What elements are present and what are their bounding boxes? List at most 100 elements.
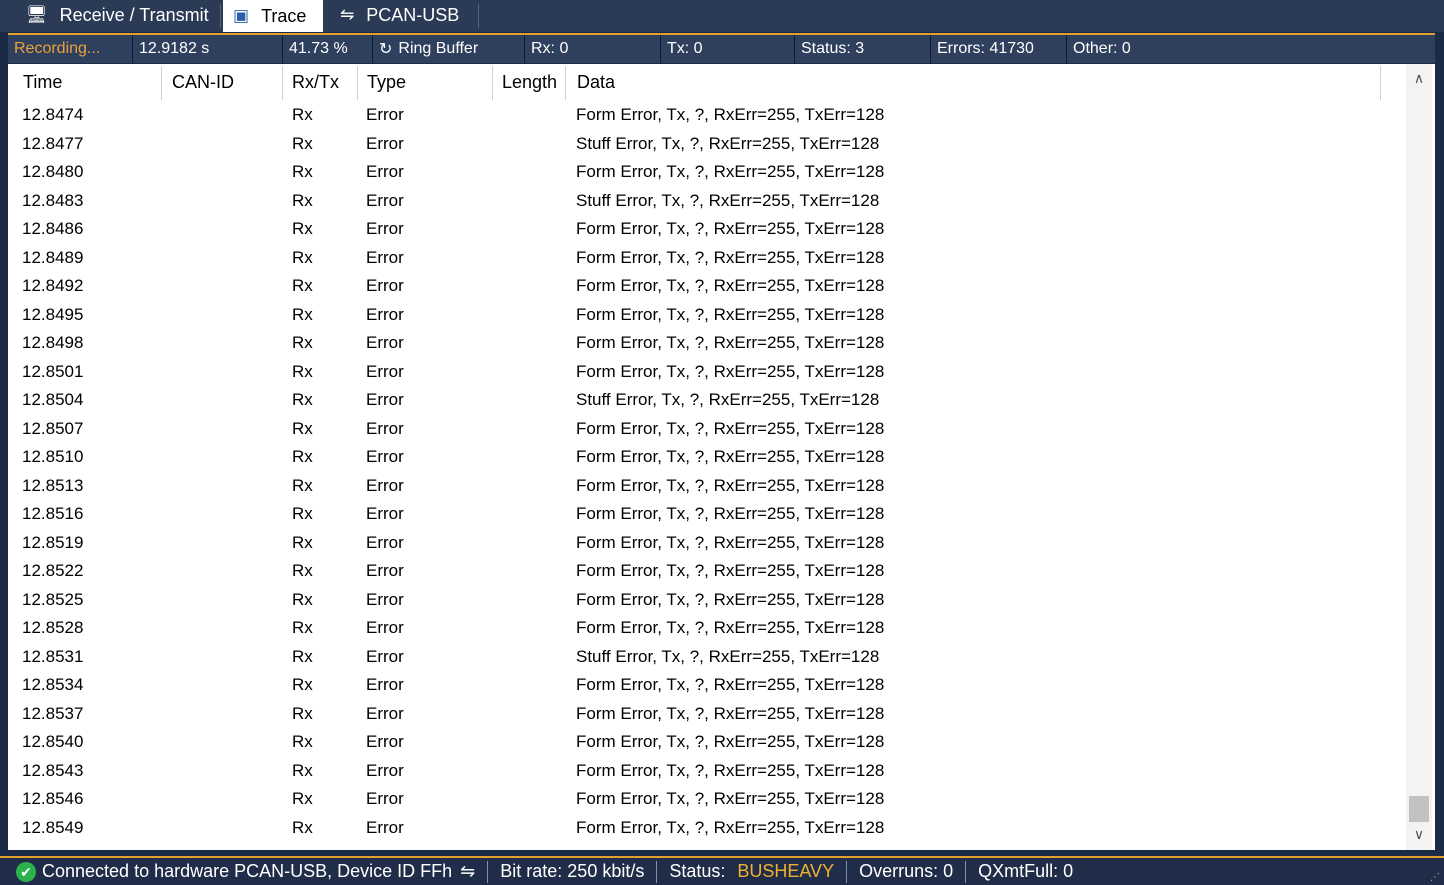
cell-rx-tx: Rx bbox=[292, 447, 313, 466]
cell-type: Error bbox=[366, 532, 404, 552]
cell-rx-tx: Rx bbox=[292, 190, 313, 210]
cell-data: Form Error, Tx, ?, RxErr=255, TxErr=128 bbox=[576, 789, 885, 808]
cell-time: 12.8513 bbox=[22, 475, 84, 495]
ring-buffer-icon: ↻ bbox=[379, 41, 393, 58]
cell-data: Form Error, Tx, ?, RxErr=255, TxErr=128 bbox=[576, 418, 885, 438]
cell-time: 12.8507 bbox=[22, 418, 84, 438]
trace-row[interactable]: 12.8492 Rx Error Form Error, Tx, ?, RxErr=2… bbox=[8, 272, 1380, 301]
cell-time: 12.8522 bbox=[22, 561, 84, 580]
trace-rows: 12.8474 Rx Error Form Error, Tx, ?, RxErr=2… bbox=[8, 101, 1380, 850]
cell-data: Stuff Error, Tx, ?, RxErr=255, TxErr=128 bbox=[576, 133, 880, 153]
cell-type: Error bbox=[366, 247, 404, 267]
cell-rx-tx: Rx bbox=[292, 247, 313, 267]
trace-row[interactable]: 12.8474 Rx Error Form Error, Tx, ?, RxErr=2… bbox=[8, 101, 1380, 130]
trace-row[interactable]: 12.8516 Rx Error Form Error, Tx, ?, RxErr=2… bbox=[8, 500, 1380, 529]
cell-rx-tx: Rx bbox=[292, 219, 313, 238]
tab-label: Trace bbox=[261, 5, 307, 26]
usb-icon: ⇋ bbox=[340, 5, 355, 24]
column-header-rx-tx[interactable]: Rx/Tx bbox=[285, 64, 357, 100]
cell-rx-tx: Rx bbox=[292, 333, 313, 352]
cell-type: Error bbox=[366, 760, 404, 780]
trace-row[interactable]: 12.8477 Rx Error Stuff Error, Tx, ?, RxErr=… bbox=[8, 130, 1380, 159]
trace-row[interactable]: 12.8498 Rx Error Form Error, Tx, ?, RxErr=2… bbox=[8, 329, 1380, 358]
status-bar: ✔ Connected to hardware PCAN-USB, Device… bbox=[0, 856, 1444, 885]
cell-time: 12.8528 bbox=[22, 618, 84, 637]
trace-row[interactable]: 12.8522 Rx Error Form Error, Tx, ?, RxErr=2… bbox=[8, 557, 1380, 586]
cell-rx-tx: Rx bbox=[292, 390, 313, 409]
trace-row[interactable]: 12.8510 Rx Error Form Error, Tx, ?, RxErr=2… bbox=[8, 443, 1380, 472]
cell-data: Stuff Error, Tx, ?, RxErr=255, TxErr=128 bbox=[576, 390, 880, 409]
cell-time: 12.8519 bbox=[22, 532, 84, 552]
cell-data: Form Error, Tx, ?, RxErr=255, TxErr=128 bbox=[576, 732, 885, 751]
cell-rx-tx: Rx bbox=[292, 532, 313, 552]
trace-row[interactable]: 12.8504 Rx Error Stuff Error, Tx, ?, RxErr=… bbox=[8, 386, 1380, 415]
recording-state: Recording... bbox=[14, 40, 101, 57]
cell-rx-tx: Rx bbox=[292, 817, 313, 837]
errors-count: Errors: 41730 bbox=[930, 35, 1066, 63]
cell-rx-tx: Rx bbox=[292, 589, 313, 609]
cell-time: 12.8549 bbox=[22, 817, 84, 837]
cell-data: Form Error, Tx, ?, RxErr=255, TxErr=128 bbox=[576, 589, 885, 609]
column-header-type[interactable]: Type bbox=[360, 64, 492, 100]
cell-data: Form Error, Tx, ?, RxErr=255, TxErr=128 bbox=[576, 817, 885, 837]
trace-row[interactable]: 12.8519 Rx Error Form Error, Tx, ?, RxErr=2… bbox=[8, 529, 1380, 558]
cell-data: Form Error, Tx, ?, RxErr=255, TxErr=128 bbox=[576, 618, 885, 637]
cell-rx-tx: Rx bbox=[292, 618, 313, 637]
column-header-data[interactable]: Data bbox=[570, 64, 1380, 100]
trace-panel: Time CAN-ID Rx/Tx Type Length Data 12.84… bbox=[8, 64, 1435, 850]
trace-row[interactable]: 12.8537 Rx Error Form Error, Tx, ?, RxErr=2… bbox=[8, 700, 1380, 729]
cell-data: Form Error, Tx, ?, RxErr=255, TxErr=128 bbox=[576, 361, 885, 381]
cell-data: Form Error, Tx, ?, RxErr=255, TxErr=128 bbox=[576, 162, 885, 181]
cell-data: Form Error, Tx, ?, RxErr=255, TxErr=128 bbox=[576, 475, 885, 495]
cell-time: 12.8531 bbox=[22, 646, 84, 666]
cell-type: Error bbox=[366, 789, 404, 808]
usb-icon: ⇋ bbox=[460, 861, 476, 881]
column-header-length[interactable]: Length bbox=[495, 64, 565, 100]
trace-row[interactable]: 12.8546 Rx Error Form Error, Tx, ?, RxErr=2… bbox=[8, 785, 1380, 814]
vertical-scrollbar[interactable]: ∧ ∨ bbox=[1406, 64, 1432, 850]
trace-row[interactable]: 12.8525 Rx Error Form Error, Tx, ?, RxErr=2… bbox=[8, 586, 1380, 615]
other-count: Other: 0 bbox=[1066, 35, 1435, 63]
scroll-down-icon[interactable]: ∨ bbox=[1406, 822, 1432, 846]
resize-grip-icon[interactable]: ⋰ bbox=[1430, 872, 1440, 883]
trace-row[interactable]: 12.8531 Rx Error Stuff Error, Tx, ?, RxErr=… bbox=[8, 643, 1380, 672]
cell-data: Form Error, Tx, ?, RxErr=255, TxErr=128 bbox=[576, 447, 885, 466]
trace-row[interactable]: 12.8540 Rx Error Form Error, Tx, ?, RxErr=2… bbox=[8, 728, 1380, 757]
trace-row[interactable]: 12.8483 Rx Error Stuff Error, Tx, ?, RxErr=… bbox=[8, 187, 1380, 216]
cell-rx-tx: Rx bbox=[292, 133, 313, 153]
trace-row[interactable]: 12.8489 Rx Error Form Error, Tx, ?, RxErr=2… bbox=[8, 244, 1380, 273]
trace-row[interactable]: 12.8528 Rx Error Form Error, Tx, ?, RxErr=2… bbox=[8, 614, 1380, 643]
cell-data: Stuff Error, Tx, ?, RxErr=255, TxErr=128 bbox=[576, 190, 880, 210]
bus-status-label: Status: bbox=[669, 861, 726, 881]
computer-icon: 🖥 bbox=[26, 5, 48, 24]
tab-pcan-usb[interactable]: ⇋ PCAN-USB bbox=[330, 0, 478, 30]
trace-row[interactable]: 12.8501 Rx Error Form Error, Tx, ?, RxErr=2… bbox=[8, 358, 1380, 387]
trace-row[interactable]: 12.8495 Rx Error Form Error, Tx, ?, RxErr=2… bbox=[8, 301, 1380, 330]
scroll-thumb[interactable] bbox=[1409, 796, 1429, 822]
tab-receive-transmit[interactable]: 🖥 Receive / Transmit bbox=[16, 0, 216, 30]
cell-type: Error bbox=[366, 504, 404, 523]
cell-type: Error bbox=[366, 703, 404, 723]
trace-row[interactable]: 12.8507 Rx Error Form Error, Tx, ?, RxErr=2… bbox=[8, 415, 1380, 444]
tab-trace[interactable]: ▣ Trace bbox=[223, 0, 323, 32]
cell-time: 12.8543 bbox=[22, 760, 84, 780]
trace-row[interactable]: 12.8534 Rx Error Form Error, Tx, ?, RxErr=2… bbox=[8, 671, 1380, 700]
scroll-up-icon[interactable]: ∧ bbox=[1406, 66, 1432, 90]
cell-time: 12.8501 bbox=[22, 361, 84, 381]
buffer-mode-label: Ring Buffer bbox=[398, 40, 479, 57]
cell-type: Error bbox=[366, 276, 404, 295]
trace-row[interactable]: 12.8543 Rx Error Form Error, Tx, ?, RxErr=2… bbox=[8, 757, 1380, 786]
cell-rx-tx: Rx bbox=[292, 361, 313, 381]
cell-rx-tx: Rx bbox=[292, 789, 313, 808]
cell-data: Form Error, Tx, ?, RxErr=255, TxErr=128 bbox=[576, 304, 885, 324]
trace-row[interactable]: 12.8486 Rx Error Form Error, Tx, ?, RxErr=2… bbox=[8, 215, 1380, 244]
rx-count: Rx: 0 bbox=[524, 35, 660, 63]
buffer-mode-button[interactable]: ↻ Ring Buffer bbox=[372, 35, 524, 63]
cell-time: 12.8534 bbox=[22, 675, 84, 694]
trace-row[interactable]: 12.8513 Rx Error Form Error, Tx, ?, RxErr=2… bbox=[8, 472, 1380, 501]
column-header-time[interactable]: Time bbox=[16, 64, 161, 100]
bit-rate: Bit rate: 250 kbit/s bbox=[500, 861, 645, 881]
trace-row[interactable]: 12.8480 Rx Error Form Error, Tx, ?, RxErr=2… bbox=[8, 158, 1380, 187]
trace-row[interactable]: 12.8549 Rx Error Form Error, Tx, ?, RxErr=2… bbox=[8, 814, 1380, 843]
column-header-can-id[interactable]: CAN-ID bbox=[165, 64, 282, 100]
